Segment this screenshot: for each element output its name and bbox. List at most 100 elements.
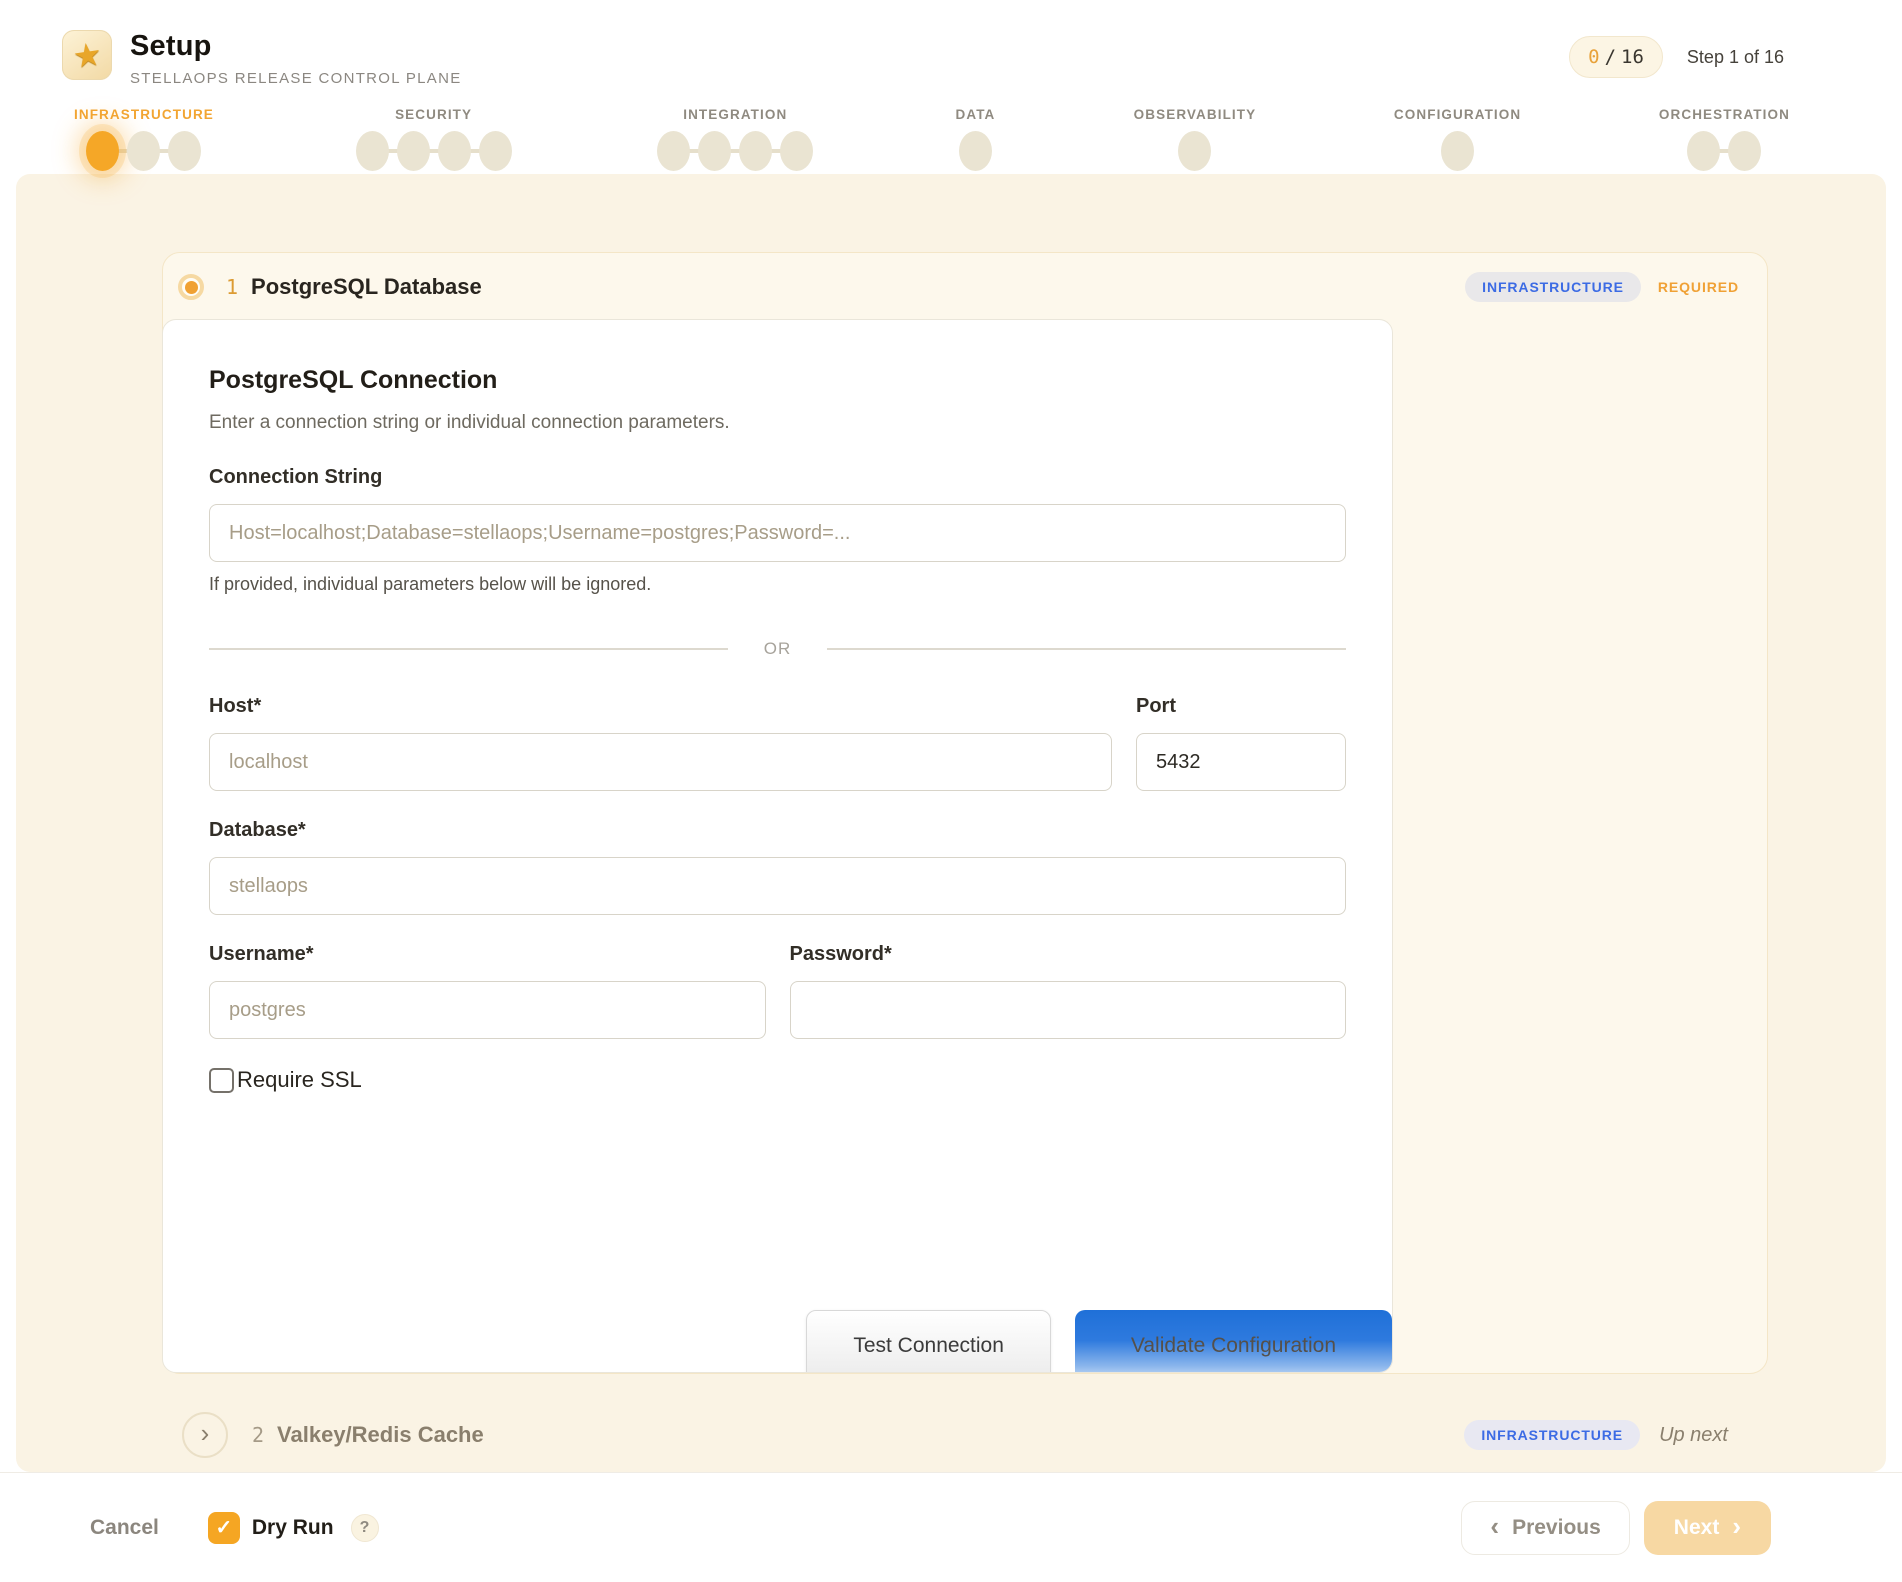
chevron-right-icon: › <box>201 1418 210 1449</box>
chevron-left-icon: ‹ <box>1490 1513 1499 1542</box>
database-label: Database* <box>209 819 1346 842</box>
phase-step-dots <box>653 131 817 171</box>
progress-separator: / <box>1605 46 1616 68</box>
password-label: Password* <box>790 943 1347 966</box>
active-step-radio-icon <box>178 274 204 300</box>
up-next-label: Up next <box>1659 1424 1728 1447</box>
connection-string-input[interactable] <box>209 504 1346 562</box>
progress-total: 16 <box>1621 46 1644 68</box>
phase-step-dots <box>1174 131 1215 171</box>
app-logo: ★ <box>62 30 112 80</box>
username-password-row: Username* Password* <box>209 943 1346 1039</box>
page-subtitle: STELLAOPS RELEASE CONTROL PLANE <box>130 70 462 87</box>
page-title: Setup <box>130 30 462 63</box>
step-dot <box>1728 131 1761 171</box>
phase-label: OBSERVABILITY <box>1134 107 1257 122</box>
port-label: Port <box>1136 695 1346 718</box>
host-input[interactable] <box>209 733 1112 791</box>
host-port-row: Host* Port <box>209 695 1346 791</box>
step-dot <box>1687 131 1720 171</box>
step-dot <box>959 131 992 171</box>
wizard-content: 1 PostgreSQL Database INFRASTRUCTURE REQ… <box>16 174 1886 1472</box>
require-ssl-label: Require SSL <box>237 1067 362 1093</box>
phase-step-dots <box>1437 131 1478 171</box>
step-dot <box>698 131 731 171</box>
step-dot <box>1178 131 1211 171</box>
require-ssl-checkbox[interactable] <box>209 1068 234 1093</box>
phase-infrastructure[interactable]: INFRASTRUCTURE <box>74 107 214 171</box>
next-button[interactable]: Next › <box>1644 1501 1771 1555</box>
phase-label: ORCHESTRATION <box>1659 107 1790 122</box>
phase-nav: INFRASTRUCTURE SECURITY INTEGRATION DATA OBS… <box>0 87 1902 171</box>
step-dot <box>780 131 813 171</box>
step-number: 2 <box>252 1423 264 1447</box>
phase-integration[interactable]: INTEGRATION <box>653 107 817 171</box>
phase-label: CONFIGURATION <box>1394 107 1521 122</box>
phase-label: SECURITY <box>395 107 472 122</box>
app-header: ★ Setup STELLAOPS RELEASE CONTROL PLANE … <box>0 0 1902 174</box>
phase-observability[interactable]: OBSERVABILITY <box>1134 107 1257 171</box>
or-label: OR <box>764 639 792 659</box>
phase-orchestration[interactable]: ORCHESTRATION <box>1659 107 1790 171</box>
step-card-postgresql: 1 PostgreSQL Database INFRASTRUCTURE REQ… <box>162 252 1768 1374</box>
divider-line <box>209 648 728 650</box>
chevron-right-icon: › <box>1732 1513 1741 1542</box>
phase-step-dots <box>955 131 996 171</box>
database-input[interactable] <box>209 857 1346 915</box>
phase-label: DATA <box>956 107 996 122</box>
divider-line <box>827 648 1346 650</box>
check-icon: ✓ <box>215 1515 232 1540</box>
step-dot <box>397 131 430 171</box>
brand: ★ Setup STELLAOPS RELEASE CONTROL PLANE <box>62 30 462 87</box>
or-divider: OR <box>209 639 1346 659</box>
username-label: Username* <box>209 943 766 966</box>
form-description: Enter a connection string or individual … <box>209 412 1346 434</box>
username-field: Username* <box>209 943 766 1039</box>
host-label: Host* <box>209 695 1112 718</box>
step-row-valkey-redis[interactable]: › 2 Valkey/Redis Cache INFRASTRUCTURE Up… <box>162 1412 1768 1458</box>
step-number: 1 <box>226 275 238 299</box>
titles: Setup STELLAOPS RELEASE CONTROL PLANE <box>130 30 462 87</box>
dry-run-checkbox[interactable]: ✓ <box>208 1512 240 1544</box>
step-title: Valkey/Redis Cache <box>277 1422 484 1448</box>
expand-step-button[interactable]: › <box>182 1412 228 1458</box>
step-dot <box>127 131 160 171</box>
next-label: Next <box>1674 1516 1720 1540</box>
phase-data[interactable]: DATA <box>955 107 996 171</box>
test-connection-button[interactable]: Test Connection <box>806 1310 1051 1373</box>
dry-run-label: Dry Run <box>252 1516 334 1540</box>
radio-dot <box>185 281 198 294</box>
cancel-button[interactable]: Cancel <box>90 1516 159 1540</box>
previous-label: Previous <box>1512 1516 1601 1540</box>
password-input[interactable] <box>790 981 1347 1039</box>
header-top: ★ Setup STELLAOPS RELEASE CONTROL PLANE … <box>0 30 1902 87</box>
phase-label: INFRASTRUCTURE <box>74 107 214 122</box>
wizard-nav-buttons: ‹ Previous Next › <box>1461 1501 1771 1555</box>
step-indicator: Step 1 of 16 <box>1687 47 1784 68</box>
connection-string-label: Connection String <box>209 466 1346 489</box>
username-input[interactable] <box>209 981 766 1039</box>
category-badge: INFRASTRUCTURE <box>1465 272 1641 302</box>
form-actions: Test Connection Validate Configuration <box>806 1310 1392 1373</box>
connection-string-help: If provided, individual parameters below… <box>209 574 1346 595</box>
database-field: Database* <box>209 819 1346 915</box>
phase-security[interactable]: SECURITY <box>352 107 516 171</box>
required-badge: REQUIRED <box>1658 279 1739 295</box>
step-card-header[interactable]: 1 PostgreSQL Database INFRASTRUCTURE REQ… <box>163 253 1767 319</box>
password-field: Password* <box>790 943 1347 1039</box>
validate-configuration-button[interactable]: Validate Configuration <box>1075 1310 1392 1373</box>
help-icon[interactable]: ? <box>351 1514 379 1542</box>
phase-step-dots <box>352 131 516 171</box>
progress-current: 0 <box>1588 46 1599 68</box>
phase-configuration[interactable]: CONFIGURATION <box>1394 107 1521 171</box>
phase-step-dots <box>1683 131 1765 171</box>
setup-page: ★ Setup STELLAOPS RELEASE CONTROL PLANE … <box>0 0 1902 1582</box>
previous-button[interactable]: ‹ Previous <box>1461 1501 1629 1555</box>
app-footer: Cancel ✓ Dry Run ? ‹ Previous Next › <box>0 1472 1902 1582</box>
host-field: Host* <box>209 695 1112 791</box>
port-input[interactable] <box>1136 733 1346 791</box>
category-badge: INFRASTRUCTURE <box>1464 1420 1640 1450</box>
progress-area: 0 /16 Step 1 of 16 <box>1569 36 1784 78</box>
require-ssl-row: Require SSL <box>209 1067 1346 1093</box>
postgresql-form-card: PostgreSQL Connection Enter a connection… <box>162 319 1393 1373</box>
